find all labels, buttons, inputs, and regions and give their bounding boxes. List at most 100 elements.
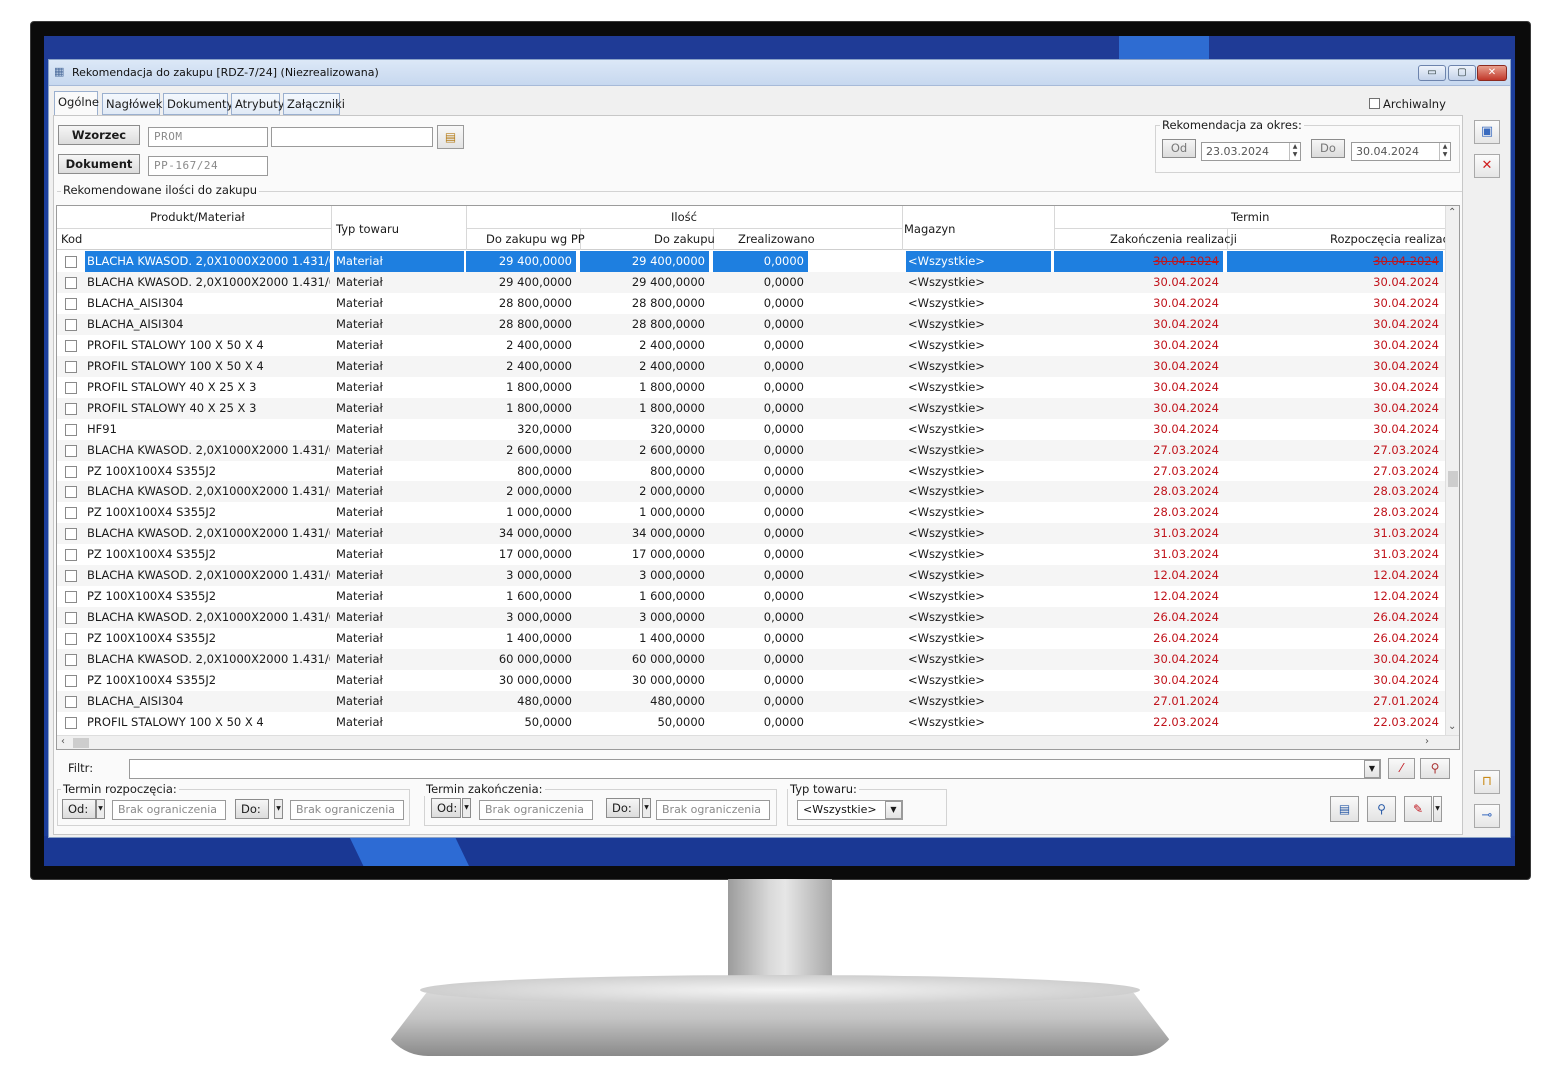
scroll-left-icon[interactable]: ‹: [61, 736, 65, 747]
header-zrealizowano[interactable]: Zrealizowano: [738, 232, 815, 246]
tab-zalaczniki[interactable]: Załączniki: [283, 93, 345, 115]
spin-arrows-icon[interactable]: ▲ ▼: [1289, 143, 1300, 160]
row-checkbox[interactable]: [65, 716, 77, 729]
termin-zak-do-field[interactable]: Brak ograniczenia: [656, 800, 770, 820]
row-checkbox[interactable]: [65, 339, 77, 352]
termin-rozp-od-field[interactable]: Brak ograniczenia: [112, 800, 226, 820]
row-checkbox[interactable]: [65, 507, 77, 520]
padlock-icon[interactable]: ⊓: [1474, 770, 1500, 794]
filter-input[interactable]: [129, 759, 1381, 779]
row-checkbox[interactable]: [65, 570, 77, 583]
termin-rozp-do-button[interactable]: Do:: [235, 799, 269, 819]
table-row[interactable]: BLACHA_AISI304 Materiał 28 800,0000 28 800,…: [57, 293, 1447, 314]
row-checkbox[interactable]: [65, 276, 77, 289]
dropdown-arrow-icon[interactable]: ▼: [642, 798, 651, 818]
row-checkbox[interactable]: [65, 381, 77, 394]
row-checkbox[interactable]: [65, 423, 77, 436]
termin-rozp-od-button[interactable]: Od:: [62, 799, 96, 819]
period-od-button[interactable]: Od: [1162, 139, 1196, 158]
wzorzec-field[interactable]: PROM: [148, 127, 268, 147]
row-checkbox[interactable]: [65, 633, 77, 646]
maximize-button[interactable]: ▢: [1448, 65, 1476, 81]
row-checkbox[interactable]: [65, 444, 77, 457]
table-row[interactable]: BLACHA KWASOD. 2,0X1000X2000 1.431/07/2I…: [57, 523, 1447, 545]
close-icon[interactable]: ✕: [1474, 154, 1500, 178]
table-row[interactable]: BLACHA_AISI304 Materiał 480,0000 480,0000 0,…: [57, 690, 1447, 712]
header-do-zakupu-pp[interactable]: Do zakupu wg PP: [486, 232, 585, 246]
table-row[interactable]: BLACHA_AISI304 Materiał 28 800,0000 28 800,…: [57, 313, 1447, 335]
horizontal-scrollbar[interactable]: ‹ ›: [57, 735, 1459, 749]
magnifier-icon[interactable]: ⚲: [1367, 796, 1396, 822]
row-checkbox[interactable]: [65, 654, 77, 667]
row-checkbox[interactable]: [65, 465, 77, 478]
row-checkbox[interactable]: [65, 318, 77, 331]
header-magazyn[interactable]: Magazyn: [904, 222, 955, 236]
table-row[interactable]: BLACHA KWASOD. 2,0X1000X2000 1.431/07/2I…: [57, 607, 1447, 629]
termin-zak-od-field[interactable]: Brak ograniczenia: [479, 800, 593, 820]
scroll-up-icon[interactable]: ⌃: [1448, 207, 1456, 218]
header-zakonczenia[interactable]: Zakończenia realizacji: [1110, 232, 1237, 246]
header-do-zakupu[interactable]: Do zakupu: [654, 232, 715, 246]
row-checkbox[interactable]: [65, 256, 77, 268]
wzorzec-button[interactable]: Wzorzec: [58, 125, 140, 145]
table-row[interactable]: PZ 100X100X4 S355J2 Materiał 1 400,0000 1 4…: [57, 628, 1447, 649]
period-do-date[interactable]: 30.04.2024 ▲ ▼: [1351, 142, 1451, 161]
row-checkbox[interactable]: [65, 675, 77, 687]
export-icon[interactable]: ▤: [1330, 796, 1359, 822]
filter-clear-icon[interactable]: ⁄: [1388, 758, 1415, 779]
table-row[interactable]: PZ 100X100X4 S355J2 Materiał 30 000,0000 30…: [57, 670, 1447, 691]
pin-icon[interactable]: ⊸: [1474, 804, 1500, 828]
table-row[interactable]: BLACHA KWASOD. 2,0X1000X2000 1.431/07/2I…: [57, 649, 1447, 671]
table-row[interactable]: BLACHA KWASOD. 2,0X1000X2000 1.431/07/2I…: [57, 271, 1447, 293]
row-checkbox[interactable]: [65, 612, 77, 625]
vertical-scrollbar[interactable]: ⌃ ⌄: [1445, 206, 1459, 736]
table-row[interactable]: PROFIL STALOWY 40 X 25 X 3 Materiał 1 800,…: [57, 377, 1447, 398]
table-row[interactable]: HF91 Materiał 320,0000 320,0000 0,0000 <Wszys…: [57, 419, 1447, 440]
termin-zak-do-button[interactable]: Do:: [606, 798, 640, 818]
row-checkbox[interactable]: [65, 528, 77, 541]
dokument-button[interactable]: Dokument: [58, 154, 140, 174]
termin-zak-od-button[interactable]: Od:: [431, 798, 461, 818]
spin-arrows-icon[interactable]: ▲ ▼: [1439, 143, 1450, 160]
table-row[interactable]: PROFIL STALOWY 100 X 50 X 4 Materiał 50,00…: [57, 712, 1447, 733]
row-checkbox[interactable]: [65, 297, 77, 310]
period-od-date[interactable]: 23.03.2024 ▲ ▼: [1201, 142, 1301, 161]
tab-ogolne[interactable]: Ogólne: [54, 91, 99, 116]
filter-build-icon[interactable]: ⚲: [1420, 758, 1450, 779]
row-checkbox[interactable]: [65, 695, 77, 708]
row-checkbox[interactable]: [65, 591, 77, 604]
edit-icon[interactable]: ✎: [1404, 796, 1432, 822]
row-checkbox[interactable]: [65, 486, 77, 499]
typ-towaru-dropdown-icon[interactable]: ▼: [885, 801, 902, 819]
header-typ-towaru[interactable]: Typ towaru: [336, 222, 399, 236]
tab-atrybuty[interactable]: Atrybuty: [231, 93, 285, 115]
scroll-right-icon[interactable]: ›: [1425, 736, 1429, 747]
horizontal-scroll-thumb[interactable]: [73, 738, 89, 748]
row-checkbox[interactable]: [65, 402, 77, 415]
termin-rozp-do-field[interactable]: Brak ograniczenia: [290, 800, 404, 820]
dropdown-arrow-icon[interactable]: ▼: [96, 799, 105, 819]
filter-dropdown-icon[interactable]: ▼: [1364, 760, 1380, 778]
vertical-scroll-thumb[interactable]: [1448, 471, 1458, 487]
table-row[interactable]: PROFIL STALOWY 100 X 50 X 4 Materiał 2 400…: [57, 355, 1447, 377]
header-rozpoczecia[interactable]: Rozpoczęcia realizacji: [1330, 232, 1455, 246]
table-row[interactable]: BLACHA KWASOD. 2,0X1000X2000 1.431/07/2I…: [57, 565, 1447, 587]
scroll-down-icon[interactable]: ⌄: [1448, 721, 1456, 732]
table-row[interactable]: BLACHA KWASOD. 2,0X1000X2000 1.431/07/2I…: [57, 481, 1447, 503]
table-row[interactable]: BLACHA KWASOD. 2,0X1000X2000 1.431/07/2I…: [57, 251, 1447, 272]
dokument-field[interactable]: PP-167/24: [148, 156, 268, 176]
table-row[interactable]: BLACHA KWASOD. 2,0X1000X2000 1.431/07/2I…: [57, 439, 1447, 461]
tab-naglowek[interactable]: Nagłówek: [102, 93, 162, 115]
table-row[interactable]: PZ 100X100X4 S355J2 Materiał 1 600,0000 1 6…: [57, 586, 1447, 607]
header-kod[interactable]: Kod: [61, 232, 82, 246]
table-row[interactable]: PZ 100X100X4 S355J2 Materiał 17 000,0000 17…: [57, 544, 1447, 565]
floppy-icon[interactable]: ▣: [1474, 120, 1500, 144]
header-produkt[interactable]: Produkt/Materiał: [150, 210, 245, 224]
minimize-button[interactable]: ▭: [1418, 65, 1446, 81]
dropdown-arrow-icon[interactable]: ▼: [462, 798, 471, 818]
archiwalny-checkbox[interactable]: Archiwalny: [1369, 97, 1446, 111]
close-window-button[interactable]: ✕: [1477, 65, 1507, 81]
dropdown-arrow-icon[interactable]: ▼: [274, 799, 283, 819]
table-row[interactable]: PROFIL STALOWY 100 X 50 X 4 Materiał 2 400…: [57, 335, 1447, 356]
edit-dropdown-icon[interactable]: ▼: [1433, 796, 1442, 822]
